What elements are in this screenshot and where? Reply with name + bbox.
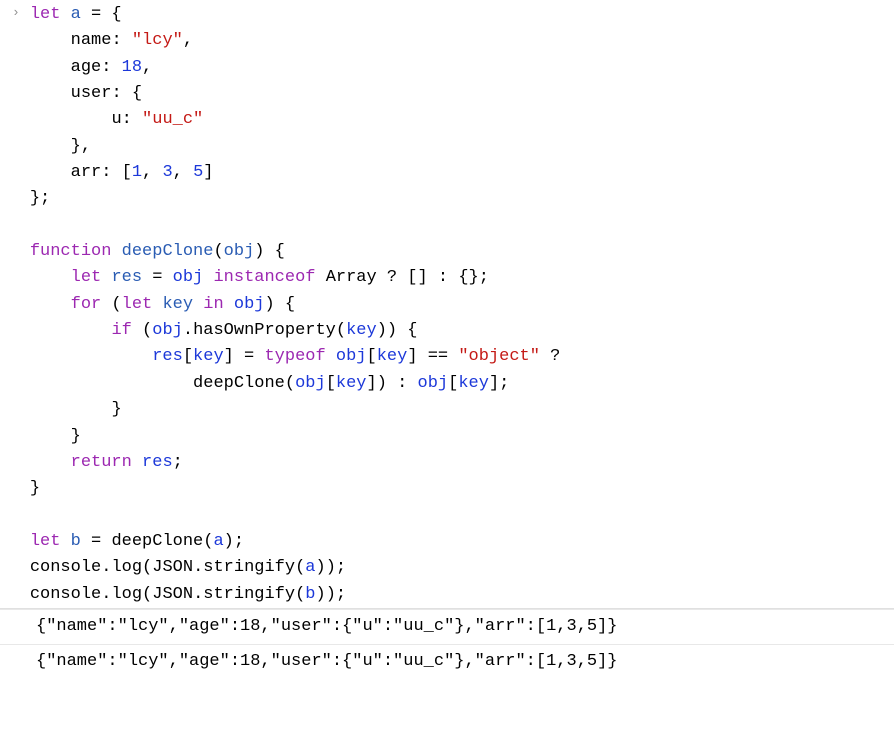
keyword-instanceof: instanceof: [203, 268, 325, 287]
console-output-section: {"name":"lcy","age":18,"user":{"u":"uu_c…: [0, 608, 894, 680]
param-obj: obj: [224, 242, 255, 261]
prop-age: age: [71, 58, 102, 77]
brace: = {: [81, 5, 122, 24]
keyword-let: let: [30, 5, 61, 24]
fn-deepclone: deepClone: [122, 242, 214, 261]
keyword-return: return: [71, 453, 132, 472]
prop-user: user: [71, 84, 112, 103]
var-res: res: [111, 268, 142, 287]
string-lcy: "lcy": [132, 31, 183, 50]
keyword-for: for: [71, 295, 102, 314]
console-prompt-icon: ›: [0, 0, 30, 23]
code-input[interactable]: let a = { name: "lcy", age: 18, user: { …: [30, 0, 894, 608]
console-input-row[interactable]: › let a = { name: "lcy", age: 18, user: …: [0, 0, 894, 608]
keyword-if: if: [111, 321, 131, 340]
prop-u: u: [111, 110, 121, 129]
keyword-in: in: [193, 295, 234, 314]
var-a: a: [71, 5, 81, 24]
console-output-line: {"name":"lcy","age":18,"user":{"u":"uu_c…: [0, 609, 894, 644]
number-18: 18: [122, 58, 142, 77]
console-output-line: {"name":"lcy","age":18,"user":{"u":"uu_c…: [0, 644, 894, 679]
keyword-typeof: typeof: [264, 347, 325, 366]
prop-name: name: [71, 31, 112, 50]
keyword-function: function: [30, 242, 112, 261]
prop-arr: arr: [71, 163, 102, 182]
string-uuc: "uu_c": [142, 110, 203, 129]
